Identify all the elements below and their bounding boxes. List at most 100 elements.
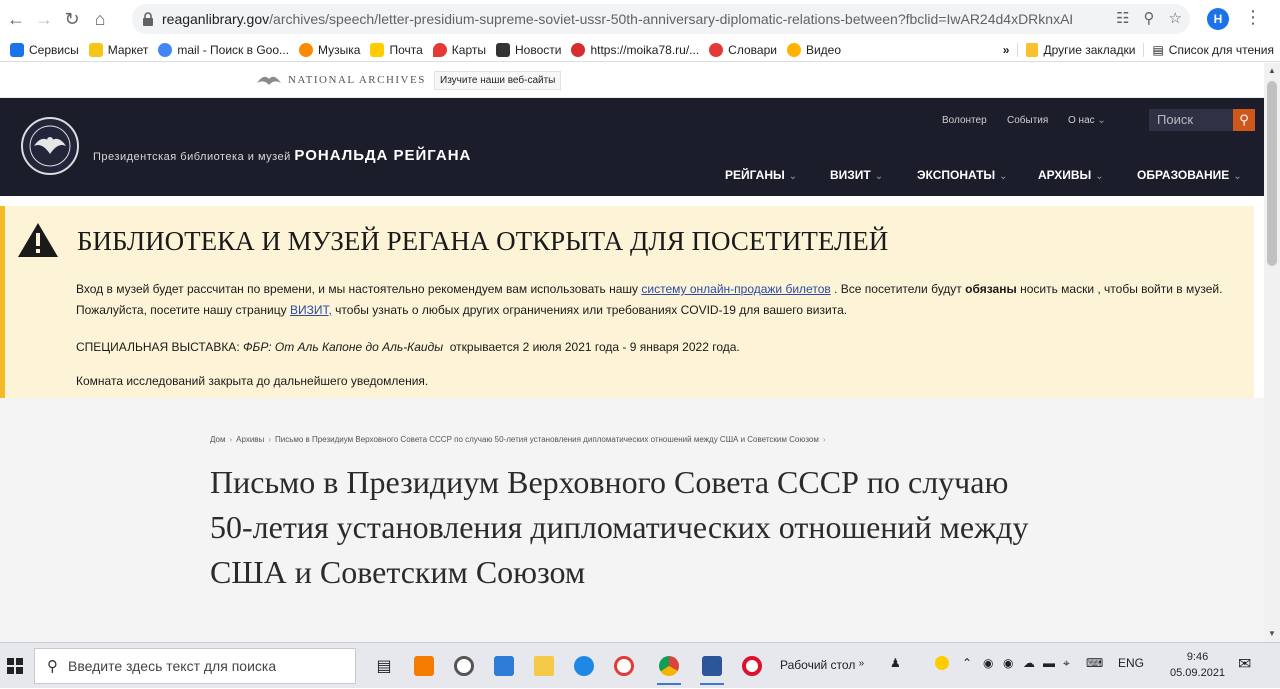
clock-date: 05.09.2021 [1170,667,1226,679]
other-bookmarks[interactable]: Другие закладки [1043,43,1135,57]
keyboard-icon[interactable]: ⌨ [1086,656,1103,670]
system-clock[interactable]: 9:46 05.09.2021 [1170,649,1225,681]
main-content: Дом › Архивы › Письмо в Президиум Верховного… [0,398,1264,642]
nav-education[interactable]: ОБРАЗОВАНИЕ ⌄ [1137,168,1242,182]
taskbar-search[interactable]: ⚲ Введите здесь текст для поиска [34,648,356,684]
edge-app-icon[interactable] [570,652,598,680]
search-icon[interactable]: ⚲ [1233,109,1255,131]
people-icon[interactable]: ♟ [890,656,901,670]
forward-icon[interactable]: → [32,7,56,31]
visit-link[interactable]: ВИЗИТ, [290,303,332,317]
nav-archives[interactable]: АРХИВЫ ⌄ [1038,168,1104,182]
page-scrollbar[interactable]: ▲ ▼ [1264,63,1280,642]
breadcrumb-home[interactable]: Дом [210,435,225,444]
bookmark-mail[interactable]: Почта [370,42,423,57]
opera-app-icon[interactable] [738,652,766,680]
alert-paragraph-tickets: Вход в музей будет рассчитан по времени,… [76,282,1223,317]
profile-avatar[interactable]: H [1207,8,1229,30]
notifications-icon[interactable]: ✉ [1238,654,1251,674]
map-pin-icon [432,42,447,57]
util-link-volunteer[interactable]: Волонтер [942,115,987,126]
site-search[interactable]: Поиск ⚲ [1149,109,1255,131]
windows-start-icon[interactable] [0,643,30,689]
cortana-app-icon[interactable] [450,652,478,680]
address-bar[interactable]: reaganlibrary.gov/archives/speech/letter… [132,4,1190,34]
bookmark-star-icon[interactable]: ☆ [1169,9,1182,27]
site-brand[interactable]: Президентская библиотека и музей РОНАЛЬД… [93,147,471,164]
yandex-disk-tray-icon[interactable] [935,656,949,673]
scroll-up-icon[interactable]: ▲ [1268,66,1276,75]
online-tickets-link[interactable]: систему онлайн-продажи билетов [641,282,830,296]
site-header: Президентская библиотека и музей РОНАЛЬД… [0,98,1264,196]
scrollbar-thumb[interactable] [1267,81,1277,266]
page-viewport: NATIONAL ARCHIVES Изучите наши веб-сайты… [0,63,1264,642]
yandex-tray-icon[interactable]: ◉ [1003,656,1013,670]
national-archives-logo[interactable]: NATIONAL ARCHIVES [256,73,426,87]
language-indicator[interactable]: ENG [1118,656,1144,670]
google-icon [158,42,173,57]
back-icon[interactable]: ← [4,7,28,31]
alert-paragraph-research: Комната исследований закрыта до дальнейш… [76,374,429,388]
nav-reagans[interactable]: РЕЙГАНЫ ⌄ [725,168,797,182]
lock-icon[interactable] [142,12,154,26]
breadcrumb-archives[interactable]: Архивы [236,435,264,444]
chevron-down-icon: ⌄ [788,171,798,182]
url-text[interactable]: reaganlibrary.gov/archives/speech/letter… [162,11,1072,27]
bookmark-market[interactable]: Маркет [88,42,148,57]
translate-icon[interactable]: ☷ [1116,9,1129,27]
alert-title: БИБЛИОТЕКА И МУЗЕЙ РЕГАНА ОТКРЫТА ДЛЯ ПО… [77,226,889,256]
reload-icon[interactable]: ↻ [60,7,84,31]
word-app-icon[interactable] [698,652,726,685]
visitor-alert: БИБЛИОТЕКА И МУЗЕЙ РЕГАНА ОТКРЫТА ДЛЯ ПО… [0,206,1254,398]
chevron-right-icon: › [822,435,826,444]
chevron-down-icon: ⌄ [1095,171,1104,182]
bookmark-music[interactable]: Музыка [299,42,360,57]
nav-visit[interactable]: ВИЗИТ ⌄ [830,168,883,182]
reading-list-icon: ▤ [1152,43,1164,57]
search-input[interactable]: Поиск [1157,112,1193,127]
outlook-app-icon[interactable] [410,652,438,680]
alert-paragraph-exhibit: СПЕЦИАЛЬНАЯ ВЫСТАВКА: ФБР: От Аль Капоне… [76,340,740,354]
mail-app-icon[interactable] [490,652,518,680]
bookmark-video[interactable]: Видео [786,42,841,57]
opera-tray-icon[interactable]: ◉ [983,656,993,670]
explore-sites-button[interactable]: Изучите наши веб-сайты [434,71,562,90]
scroll-down-icon[interactable]: ▼ [1268,629,1276,638]
onedrive-icon[interactable]: ☁ [1023,656,1035,670]
bookmark-services[interactable]: Сервисы [10,42,79,57]
bookmark-dictionaries[interactable]: Словари [709,42,777,57]
zoom-icon[interactable]: ⚲ [1144,9,1155,27]
clock-time: 9:46 [1186,651,1209,663]
taskbar-search-input[interactable]: Введите здесь текст для поиска [68,658,276,674]
chevron-down-icon: ⌄ [1097,115,1106,126]
tray-overflow-icon[interactable]: ⌃ [962,656,972,670]
yandex-browser-icon[interactable] [610,652,638,680]
task-view-icon[interactable]: ▤ [370,652,398,680]
chrome-app-icon[interactable] [655,652,683,685]
news-icon [496,42,510,57]
bookmark-news[interactable]: Новости [496,42,561,57]
folder-icon [1026,43,1039,57]
bookmark-moika78[interactable]: https://moika78.ru/... [571,42,699,57]
market-icon [88,42,103,57]
video-play-icon [786,42,801,57]
nav-exhibits[interactable]: ЭКСПОНАТЫ ⌄ [917,168,1008,182]
presidential-library-seal-icon[interactable] [20,116,80,176]
reading-list[interactable]: Список для чтения [1169,43,1274,57]
battery-icon[interactable]: ▬ [1043,656,1055,670]
moika78-icon [571,42,586,57]
bookmark-google-mail[interactable]: mail - Поиск в Goo... [158,42,289,57]
util-link-events[interactable]: События [1007,115,1048,126]
bookmarks-overflow-button[interactable]: » [1003,43,1010,57]
network-icon[interactable]: ⌖ [1063,656,1070,671]
file-explorer-icon[interactable] [530,652,558,680]
desktop-toolbar[interactable]: Рабочий стол » [780,658,864,672]
browser-menu-icon[interactable]: ⋮ [1244,7,1262,28]
bookmark-maps[interactable]: Карты [432,42,486,57]
util-link-about[interactable]: О нас ⌄ [1068,115,1106,126]
breadcrumb-current[interactable]: Письмо в Президиум Верховного Совета ССС… [275,435,819,444]
warning-icon [18,223,58,257]
home-icon[interactable]: ⌂ [88,7,112,31]
chevrons-icon: » [858,658,865,669]
bookmarks-divider [1143,43,1145,57]
